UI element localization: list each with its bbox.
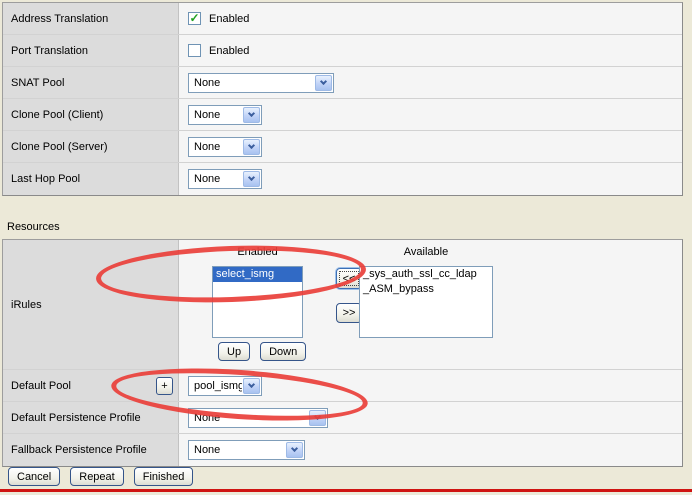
last-hop-pool-select[interactable]: None: [188, 169, 262, 189]
checkmark-icon: ✓: [189, 10, 200, 25]
red-underline-annotation: [0, 489, 692, 492]
settings-table: Address Translation ✓ Enabled Port Trans…: [2, 2, 683, 196]
irules-available-item[interactable]: _sys_auth_ssl_cc_ldap: [360, 267, 492, 282]
chevron-down-icon: [243, 377, 260, 394]
irules-label: iRules: [11, 298, 42, 311]
row-last-hop-pool: Last Hop Pool None: [3, 163, 682, 195]
address-translation-label: Address Translation: [11, 12, 109, 25]
default-pool-value: pool_ismg: [194, 379, 242, 392]
port-translation-enabled-label: Enabled: [209, 44, 250, 57]
irules-enabled-item[interactable]: select_ismg: [213, 267, 302, 282]
chevron-down-icon: [243, 106, 260, 123]
row-snat-pool: SNAT Pool None: [3, 67, 682, 99]
row-default-persistence: Default Persistence Profile None: [3, 402, 682, 434]
fallback-persistence-value: None: [194, 444, 221, 456]
row-port-translation: Port Translation Enabled: [3, 35, 682, 67]
port-translation-checkbox[interactable]: [188, 44, 201, 57]
default-pool-label: Default Pool: [11, 379, 71, 392]
address-translation-checkbox[interactable]: ✓: [188, 12, 201, 25]
address-translation-enabled-label: Enabled: [209, 12, 250, 25]
clone-pool-server-label: Clone Pool (Server): [11, 140, 108, 153]
row-fallback-persistence: Fallback Persistence Profile None: [3, 434, 682, 466]
cancel-button[interactable]: Cancel: [8, 467, 61, 486]
default-persistence-select[interactable]: None: [188, 407, 328, 428]
row-irules: iRules Enabled Available select_ismg << …: [3, 240, 682, 370]
row-clone-pool-client: Clone Pool (Client) None: [3, 99, 682, 131]
irules-available-header: Available: [403, 246, 449, 258]
default-pool-select[interactable]: pool_ismg: [188, 375, 262, 396]
finished-button[interactable]: Finished: [133, 467, 194, 486]
row-default-pool: Default Pool + pool_ismg: [3, 370, 682, 402]
irules-down-button[interactable]: Down: [260, 342, 307, 361]
irules-available-listbox[interactable]: _sys_auth_ssl_cc_ldap _ASM_bypass: [359, 266, 493, 338]
chevron-down-icon: [315, 74, 332, 91]
clone-pool-client-value: None: [194, 108, 221, 121]
last-hop-pool-label: Last Hop Pool: [11, 173, 81, 185]
snat-pool-label: SNAT Pool: [11, 76, 65, 89]
add-pool-button[interactable]: +: [156, 376, 173, 395]
clone-pool-client-select[interactable]: None: [188, 104, 262, 125]
port-translation-label: Port Translation: [11, 44, 89, 57]
irules-enabled-listbox[interactable]: select_ismg: [212, 266, 303, 338]
clone-pool-client-label: Clone Pool (Client): [11, 108, 104, 121]
default-persistence-value: None: [194, 411, 221, 424]
snat-pool-value: None: [194, 76, 221, 89]
row-clone-pool-server: Clone Pool (Server) None: [3, 131, 682, 163]
fallback-persistence-label: Fallback Persistence Profile: [11, 444, 147, 456]
chevron-down-icon: [243, 138, 260, 155]
resources-table: iRules Enabled Available select_ismg << …: [2, 239, 683, 467]
default-persistence-label: Default Persistence Profile: [11, 411, 141, 424]
fallback-persistence-select[interactable]: None: [188, 440, 305, 460]
irules-up-button[interactable]: Up: [218, 342, 251, 361]
footer-button-bar: Cancel Repeat Finished: [8, 467, 194, 486]
chevron-down-icon: [309, 409, 326, 426]
last-hop-pool-value: None: [194, 173, 221, 185]
snat-pool-select[interactable]: None: [188, 72, 334, 93]
clone-pool-server-value: None: [194, 140, 221, 153]
chevron-down-icon: [243, 171, 260, 187]
irules-available-item[interactable]: _ASM_bypass: [360, 282, 492, 297]
irules-enabled-header: Enabled: [237, 246, 278, 258]
row-address-translation: Address Translation ✓ Enabled: [3, 3, 682, 35]
repeat-button[interactable]: Repeat: [70, 467, 124, 486]
resources-section-title: Resources: [7, 221, 60, 233]
chevron-down-icon: [286, 442, 303, 458]
clone-pool-server-select[interactable]: None: [188, 136, 262, 157]
